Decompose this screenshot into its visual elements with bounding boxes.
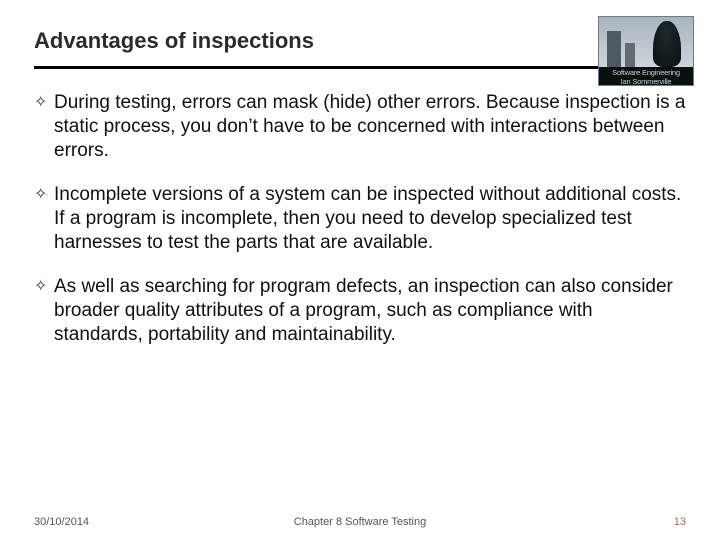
bullet-text: As well as searching for program defects… [54, 275, 686, 347]
book-cover-label: Software Engineering Ian Sommerville [599, 67, 693, 85]
bullet-item: ✧ During testing, errors can mask (hide)… [34, 91, 686, 163]
body: ✧ During testing, errors can mask (hide)… [34, 91, 686, 347]
bullet-marker-icon: ✧ [34, 183, 54, 255]
bullet-marker-icon: ✧ [34, 91, 54, 163]
decorative-shape [607, 31, 621, 67]
slide: Advantages of inspections Software Engin… [0, 0, 720, 540]
book-author: Ian Sommerville [599, 77, 693, 86]
bullet-marker-icon: ✧ [34, 275, 54, 347]
book-title: Software Engineering [599, 68, 693, 77]
bullet-text: During testing, errors can mask (hide) o… [54, 91, 686, 163]
footer-chapter: Chapter 8 Software Testing [34, 516, 686, 528]
bullet-text: Incomplete versions of a system can be i… [54, 183, 686, 255]
slide-title: Advantages of inspections [34, 28, 686, 54]
header: Advantages of inspections Software Engin… [34, 28, 686, 69]
bullet-item: ✧ Incomplete versions of a system can be… [34, 183, 686, 255]
decorative-shape [653, 21, 681, 67]
footer: 30/10/2014 Chapter 8 Software Testing 13 [34, 516, 686, 528]
bullet-item: ✧ As well as searching for program defec… [34, 275, 686, 347]
footer-date: 30/10/2014 [34, 516, 89, 528]
book-cover-image: Software Engineering Ian Sommerville [598, 16, 694, 86]
decorative-shape [625, 43, 635, 67]
footer-page-number: 13 [674, 516, 686, 528]
